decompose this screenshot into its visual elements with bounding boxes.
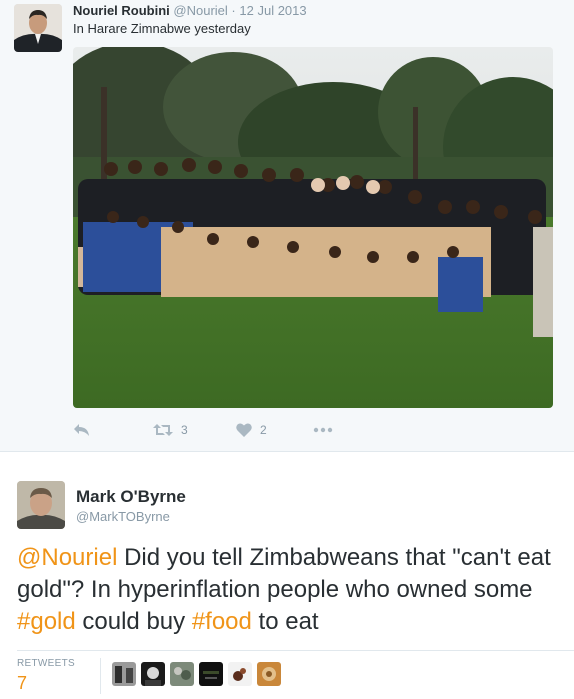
nouriel-avatar[interactable] [14, 4, 62, 52]
retweet-count: 3 [181, 423, 188, 437]
tweet-text: @Nouriel Did you tell Zimbabweans that "… [17, 542, 573, 638]
tweet-text-part: could buy [75, 608, 192, 635]
quoted-tweet-date[interactable]: 12 Jul 2013 [239, 3, 306, 18]
mark-avatar[interactable] [17, 481, 65, 529]
retweeter-avatar[interactable] [257, 662, 281, 686]
reply-button[interactable] [73, 420, 90, 440]
hashtag-gold-link[interactable]: #gold [17, 608, 76, 635]
like-count: 2 [260, 423, 267, 437]
retweeter-avatar[interactable] [170, 662, 194, 686]
quoted-author-handle[interactable]: @Nouriel [173, 3, 227, 18]
retweets-count[interactable]: 7 [17, 673, 27, 694]
mention-link[interactable]: @Nouriel [17, 544, 117, 571]
quoted-tweet-header: Nouriel Roubini @Nouriel · 12 Jul 2013 [73, 3, 307, 19]
retweeter-avatar[interactable] [199, 662, 223, 686]
retweeter-avatar[interactable] [141, 662, 165, 686]
more-icon [313, 427, 333, 433]
like-button[interactable]: 2 [236, 420, 267, 440]
author-handle[interactable]: @MarkTOByrne [76, 509, 170, 524]
retweet-icon [153, 424, 173, 436]
tweet-text-part: to eat [251, 608, 319, 635]
heart-icon [236, 423, 252, 437]
group-photo[interactable] [73, 47, 553, 408]
author-name[interactable]: Mark O'Byrne [76, 487, 186, 507]
quoted-author-name[interactable]: Nouriel Roubini [73, 3, 170, 18]
header-separator: · [231, 3, 236, 18]
quoted-tweet[interactable]: Nouriel Roubini @Nouriel · 12 Jul 2013 I… [0, 0, 574, 452]
stats-divider [100, 658, 101, 694]
retweeter-avatar[interactable] [112, 662, 136, 686]
reply-icon [74, 424, 89, 436]
tweet-actions: 3 2 [73, 420, 373, 440]
tweet-stats: RETWEETS 7 [17, 650, 574, 699]
retweeter-avatars [112, 662, 281, 686]
retweets-label[interactable]: RETWEETS [17, 658, 75, 669]
more-button[interactable] [313, 420, 333, 440]
retweet-button[interactable]: 3 [153, 420, 188, 440]
retweeter-avatar[interactable] [228, 662, 252, 686]
hashtag-food-link[interactable]: #food [192, 608, 252, 635]
quoted-tweet-text: In Harare Zimnabwe yesterday [73, 21, 251, 36]
